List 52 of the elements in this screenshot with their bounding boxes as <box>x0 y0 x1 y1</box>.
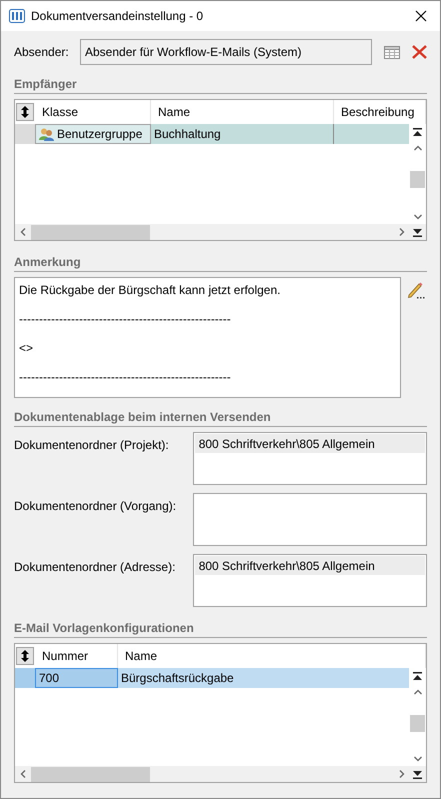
up-down-arrows-icon <box>21 106 29 118</box>
pencil-icon[interactable] <box>407 281 425 299</box>
scroll-to-bottom-icon[interactable] <box>413 228 422 236</box>
section-heading: Empfänger <box>14 77 77 91</box>
table-icon[interactable] <box>384 46 400 58</box>
note-line: ----------------------------------------------------- <box>19 312 232 326</box>
delete-icon[interactable] <box>412 45 427 59</box>
scroll-up-icon[interactable] <box>414 145 422 151</box>
scroll-right-icon[interactable] <box>399 228 405 236</box>
scroll-to-bottom-icon[interactable] <box>413 770 422 778</box>
window-title: Dokumentversandeinstellung - 0 <box>31 8 204 25</box>
folder-label: Dokumentenordner (Vorgang): <box>14 498 178 515</box>
sort-toggle-button[interactable] <box>16 103 34 121</box>
scrollbar-thumb[interactable] <box>31 766 150 782</box>
folder-label: Dokumentenordner (Projekt): <box>14 437 170 454</box>
folder-list[interactable]: 800 Schriftverkehr\805 Allgemein <box>192 432 427 485</box>
note-textarea[interactable]: Die Rückgabe der Bürgschaft kann jetzt erfolgen. ----------------------------------------------------- <> ----------------------------------------------------- <box>14 277 401 398</box>
up-down-arrows-icon <box>21 650 29 662</box>
note-line: Die Rückgabe der Bürgschaft kann jetzt erfolgen. <box>19 283 282 297</box>
table-cell: Buchhaltung <box>151 124 334 144</box>
sender-label: Absender: <box>14 44 70 61</box>
scroll-right-icon[interactable] <box>399 770 405 778</box>
scroll-left-icon[interactable] <box>20 228 26 236</box>
note-line: <> <box>19 341 34 355</box>
scroll-left-icon[interactable] <box>20 770 26 778</box>
scrollbar-thumb[interactable] <box>31 224 150 240</box>
section-heading: Dokumentenablage beim internen Versenden <box>14 410 271 424</box>
table-cell-text: Bürgschaftsrückgabe <box>120 670 235 687</box>
table-row[interactable]: 700 Bürgschaftsrückgabe <box>15 668 409 688</box>
scroll-up-icon[interactable] <box>414 689 422 695</box>
folder-label: Dokumentenordner (Adresse): <box>14 559 176 576</box>
app-icon <box>9 9 25 23</box>
section-heading: E-Mail Vorlagenkonfigurationen <box>14 621 194 635</box>
scroll-down-icon[interactable] <box>414 756 422 762</box>
note-line: ----------------------------------------------------- <box>19 370 232 384</box>
folder-item[interactable]: 800 Schriftverkehr\805 Allgemein <box>194 434 425 453</box>
user-group-icon <box>39 128 54 140</box>
section-heading: Anmerkung <box>14 255 81 269</box>
table-row[interactable]: Benutzergruppe Buchhaltung <box>15 124 409 144</box>
table-cell: 700 <box>35 668 118 688</box>
scrollbar-thumb[interactable] <box>410 171 425 188</box>
sender-field[interactable]: Absender für Workflow-E-Mails (System) <box>80 39 372 65</box>
scroll-to-top-icon[interactable] <box>413 672 422 681</box>
folder-list[interactable]: 800 Schriftverkehr\805 Allgemein <box>192 554 427 607</box>
folder-list[interactable] <box>192 493 427 546</box>
scrollbar-thumb[interactable] <box>410 715 425 732</box>
scroll-to-top-icon[interactable] <box>413 128 422 137</box>
sort-toggle-button[interactable] <box>16 647 34 665</box>
table-cell: Benutzergruppe <box>35 124 151 144</box>
scroll-down-icon[interactable] <box>414 214 422 220</box>
close-icon[interactable] <box>415 10 427 22</box>
folder-item[interactable]: 800 Schriftverkehr\805 Allgemein <box>194 556 425 575</box>
